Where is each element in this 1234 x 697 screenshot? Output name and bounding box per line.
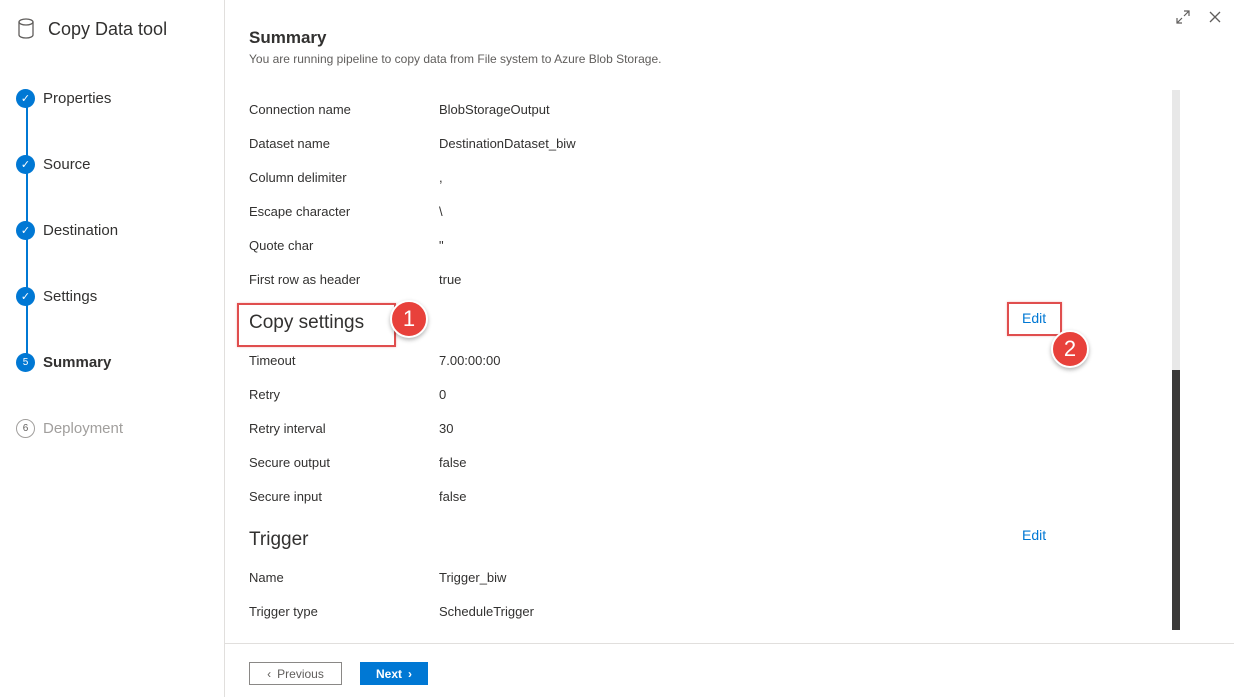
annotation-highlight-copy-settings bbox=[237, 303, 396, 347]
check-icon: ✓ bbox=[16, 286, 35, 306]
close-icon[interactable] bbox=[1206, 10, 1224, 28]
page-title: Summary bbox=[249, 28, 327, 47]
row-value: 0 bbox=[439, 387, 447, 402]
row-key: Escape character bbox=[249, 204, 351, 219]
chevron-right-icon: › bbox=[408, 666, 412, 681]
row-key: Timeout bbox=[249, 353, 296, 368]
step-summary[interactable]: 5 Summary bbox=[16, 350, 111, 374]
row-value: BlobStorageOutput bbox=[439, 102, 550, 117]
check-icon: ✓ bbox=[16, 88, 35, 108]
step-label: Properties bbox=[43, 89, 112, 107]
annotation-badge-1: 1 bbox=[390, 300, 428, 338]
trigger-heading: Trigger bbox=[249, 529, 309, 550]
database-icon bbox=[18, 18, 34, 39]
chevron-left-icon: ‹ bbox=[267, 666, 272, 681]
row-key: Trigger type bbox=[249, 604, 318, 619]
row-key: Retry bbox=[249, 387, 281, 402]
step-properties[interactable]: ✓ Properties bbox=[16, 86, 111, 110]
row-value: 30 bbox=[439, 421, 454, 436]
expand-icon[interactable] bbox=[1174, 10, 1192, 28]
row-value: false bbox=[439, 489, 467, 504]
row-key: Dataset name bbox=[249, 136, 330, 151]
row-key: Name bbox=[249, 570, 284, 585]
row-value: \ bbox=[439, 204, 443, 219]
row-value: , bbox=[439, 170, 443, 185]
step-destination[interactable]: ✓ Destination bbox=[16, 218, 118, 242]
wizard-footer: ‹ Previous Next › bbox=[225, 643, 1234, 697]
step-deployment: 6 Deployment bbox=[16, 416, 123, 440]
scrollbar-thumb[interactable] bbox=[1172, 370, 1180, 630]
row-value: " bbox=[439, 238, 444, 253]
step-settings[interactable]: ✓ Settings bbox=[16, 284, 97, 308]
previous-button[interactable]: ‹ Previous bbox=[249, 662, 342, 685]
step-source[interactable]: ✓ Source bbox=[16, 152, 91, 176]
check-icon: ✓ bbox=[16, 220, 35, 240]
tool-title-text: Copy Data tool bbox=[48, 18, 168, 39]
row-value: true bbox=[439, 272, 462, 287]
row-value: ScheduleTrigger bbox=[439, 604, 534, 619]
step-label: Settings bbox=[43, 287, 98, 305]
row-key: Column delimiter bbox=[249, 170, 347, 185]
row-key: Secure output bbox=[249, 455, 330, 470]
wizard-sidebar: Copy Data tool ✓ Properties ✓ Source ✓ D… bbox=[0, 0, 225, 697]
annotation-highlight-edit bbox=[1007, 302, 1062, 336]
window-actions bbox=[1174, 10, 1224, 28]
tool-title: Copy Data tool bbox=[16, 18, 167, 40]
next-button-label: Next bbox=[375, 666, 402, 681]
step-label: Destination bbox=[43, 221, 119, 239]
summary-header: Summary You are running pipeline to copy… bbox=[249, 28, 1169, 66]
step-number-badge: 5 bbox=[16, 352, 35, 372]
row-key: Quote char bbox=[249, 238, 314, 253]
row-key: First row as header bbox=[249, 272, 361, 287]
row-value: 7.00:00:00 bbox=[439, 353, 501, 368]
row-value: DestinationDataset_biw bbox=[439, 136, 576, 151]
previous-button-label: Previous bbox=[277, 666, 324, 681]
trigger-edit-link[interactable]: Edit bbox=[1022, 527, 1046, 543]
row-key: Retry interval bbox=[249, 421, 326, 436]
row-key: Connection name bbox=[249, 102, 351, 117]
check-icon: ✓ bbox=[16, 154, 35, 174]
step-label: Summary bbox=[43, 353, 112, 371]
row-value: Trigger_biw bbox=[439, 570, 507, 585]
step-number-badge: 6 bbox=[16, 418, 35, 438]
next-button[interactable]: Next › bbox=[360, 662, 428, 685]
step-label: Source bbox=[43, 155, 91, 173]
row-key: Secure input bbox=[249, 489, 322, 504]
step-label: Deployment bbox=[43, 419, 124, 437]
annotation-badge-2: 2 bbox=[1051, 330, 1089, 368]
page-subtitle: You are running pipeline to copy data fr… bbox=[249, 52, 662, 66]
row-value: false bbox=[439, 455, 467, 470]
